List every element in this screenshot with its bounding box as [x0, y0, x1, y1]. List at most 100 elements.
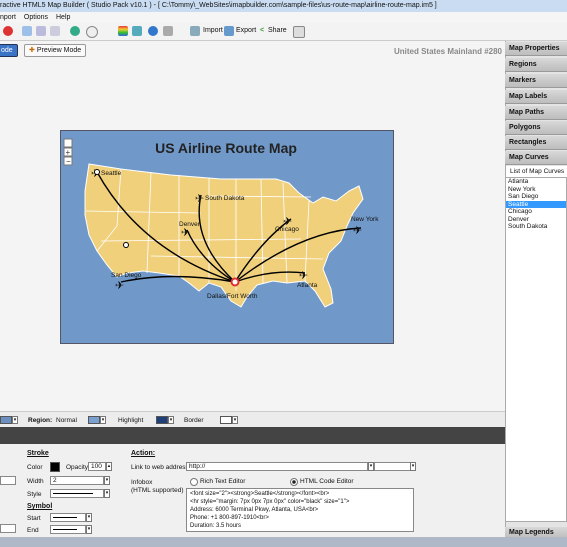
city-label-dallas: Dallas/Fort Worth	[207, 293, 258, 300]
panel-rectangles[interactable]: Rectangles	[505, 136, 567, 150]
end-symbol-select[interactable]	[50, 525, 86, 534]
highlight-swatch[interactable]	[156, 416, 168, 424]
export-icon[interactable]	[224, 26, 234, 36]
left-input[interactable]	[0, 524, 16, 533]
chevron-down-icon[interactable]: ▾	[104, 476, 110, 485]
panel-markers[interactable]: Markers	[505, 74, 567, 88]
panel-regions[interactable]: Regions	[505, 58, 567, 72]
export-button[interactable]: Export	[236, 27, 256, 34]
city-label-seattle: Seattle	[101, 170, 122, 177]
code-line: Address: 6000 Terminal Pkwy, Atlanta, US…	[190, 507, 319, 513]
opacity-stepper[interactable]: ▴	[106, 462, 112, 471]
properties-header-bar	[0, 427, 505, 444]
infobox-sub-label: (HTML supported)	[131, 487, 184, 494]
design-mode-button[interactable]: ode	[0, 44, 18, 57]
import-button[interactable]: Import	[203, 27, 223, 34]
link-target-select[interactable]	[374, 462, 414, 471]
page-icon[interactable]	[50, 26, 60, 36]
menu-import[interactable]: nport	[0, 14, 16, 21]
window-title: ractive HTML5 Map Builder ( Studio Pack …	[0, 2, 437, 9]
chevron-down-icon[interactable]: ▾	[86, 513, 92, 522]
html-code-radio[interactable]	[290, 478, 298, 486]
grid-icon[interactable]	[190, 26, 200, 36]
opacity-input[interactable]: 100	[88, 462, 106, 471]
fill-swatch[interactable]	[0, 416, 12, 424]
map-canvas[interactable]: ✈ ✈ ✈ ✈ ✈ ✈ ✈ Seattle South Dakota Denve…	[60, 130, 394, 344]
copy-icon[interactable]	[22, 26, 32, 36]
start-symbol-select[interactable]	[50, 513, 86, 522]
normal-swatch[interactable]	[88, 416, 100, 424]
find-icon[interactable]	[36, 26, 46, 36]
plane-icon[interactable]: ✈	[195, 192, 204, 205]
plane-icon[interactable]: ✈	[299, 269, 308, 282]
chevron-down-icon[interactable]: ▾	[232, 416, 238, 424]
chevron-down-icon[interactable]: ▾	[100, 416, 106, 424]
region-style-bar: ▾ Region: Normal ▾ Highlight ▾ Border ▾	[0, 411, 505, 428]
panel-map-properties[interactable]: Map Properties	[505, 42, 567, 56]
chevron-down-icon[interactable]: ▾	[410, 462, 416, 471]
code-line: <font size="2"><strong>Seattle</strong><…	[190, 491, 330, 497]
menu-options[interactable]: Options	[24, 14, 48, 21]
image-icon[interactable]	[132, 26, 142, 36]
start-line-preview	[53, 517, 77, 518]
code-line: Phone: +1 800-897-1910<br>	[190, 515, 269, 521]
list-item[interactable]: Chicago	[506, 208, 566, 216]
style-select[interactable]	[50, 489, 104, 498]
toolbar: Import Export < Share	[0, 23, 567, 41]
curve-list[interactable]: Atlanta New York San Diego Seattle Chica…	[505, 177, 567, 522]
link-input[interactable]: http://	[186, 462, 368, 471]
highlight-label: Highlight	[118, 417, 144, 424]
city-label-new-york: New York	[351, 216, 379, 223]
chevron-down-icon[interactable]: ▾	[86, 525, 92, 534]
panel-map-curves[interactable]: Map Curves	[505, 151, 567, 165]
list-item[interactable]: Denver	[506, 216, 566, 224]
panel-map-labels[interactable]: Map Labels	[505, 90, 567, 104]
share-icon[interactable]: <	[260, 27, 264, 34]
zoom-icon[interactable]	[86, 26, 98, 38]
chevron-down-icon[interactable]: ▾	[104, 489, 110, 498]
border-swatch[interactable]	[220, 416, 232, 424]
rich-text-radio[interactable]	[190, 478, 198, 486]
chevron-down-icon[interactable]: ▾	[168, 416, 174, 424]
dallas-hub-marker[interactable]	[230, 277, 240, 287]
settings-icon[interactable]	[163, 26, 173, 36]
style-label: Style	[27, 491, 42, 498]
curve-list-title: List of Map Curves	[505, 166, 567, 177]
panel-map-paths[interactable]: Map Paths	[505, 106, 567, 120]
city-label-chicago: Chicago	[275, 226, 299, 233]
list-item[interactable]: South Dakota	[506, 223, 566, 231]
plane-icon[interactable]: ✈	[115, 279, 124, 292]
globe-icon[interactable]	[70, 26, 80, 36]
preview-mode-button[interactable]: ✚ Preview Mode	[24, 44, 87, 57]
rich-text-label: Rich Text Editor	[200, 478, 246, 485]
stroke-heading: Stroke	[27, 450, 49, 457]
list-item[interactable]: San Diego	[506, 193, 566, 201]
style-line-preview	[53, 493, 93, 494]
seattle-marker[interactable]	[94, 169, 100, 175]
region-label: Region:	[28, 417, 53, 424]
plane-icon[interactable]: ✈	[353, 224, 362, 237]
width-value: 2	[53, 477, 57, 484]
location-marker[interactable]	[123, 242, 129, 248]
stroke-color-swatch[interactable]	[50, 462, 60, 472]
menu-help[interactable]: Help	[56, 14, 70, 21]
panel-polygons[interactable]: Polygons	[505, 121, 567, 135]
stop-icon[interactable]	[3, 26, 13, 36]
start-label: Start	[27, 515, 41, 522]
color-palette-icon[interactable]	[118, 26, 128, 36]
color-label: Color	[27, 464, 43, 471]
left-dropdown[interactable]	[0, 476, 16, 485]
action-heading: Action:	[131, 450, 156, 457]
help-icon[interactable]	[293, 26, 305, 38]
chevron-down-icon[interactable]: ▾	[12, 416, 18, 424]
list-item-selected[interactable]: Seattle	[506, 200, 566, 208]
share-button[interactable]: Share	[268, 27, 287, 34]
map-title: US Airline Route Map	[155, 140, 297, 156]
html-code-editor[interactable]: <font size="2"><strong>Seattle</strong><…	[186, 488, 414, 532]
zoom-out-glyph: −	[66, 157, 71, 166]
width-select[interactable]: 2	[50, 476, 104, 485]
os-taskbar	[0, 537, 567, 547]
list-item[interactable]: New York	[506, 186, 566, 194]
circle-icon[interactable]	[148, 26, 158, 36]
list-item[interactable]: Atlanta	[506, 178, 566, 186]
